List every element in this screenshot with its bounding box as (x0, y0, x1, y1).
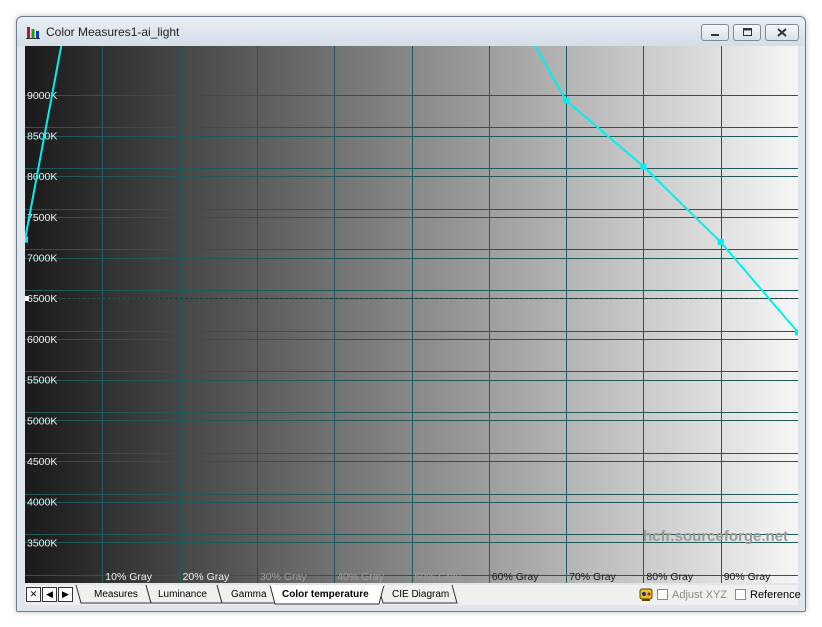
tab-measures[interactable]: Measures (94, 589, 138, 600)
y-tick-label: 6000K (27, 334, 57, 346)
color-temperature-chart[interactable]: 9000K 8500K 8000K 7500K 7000K 6500K 6000K 5500K… (25, 46, 798, 583)
adjust-xyz-label: Adjust XYZ (672, 589, 728, 601)
x-tick-label: 30% Gray (260, 571, 307, 583)
tab-gamma[interactable]: Gamma (231, 589, 267, 600)
y-tick-label: 4500K (27, 456, 57, 468)
minimize-icon (711, 34, 719, 36)
close-icon (777, 28, 787, 37)
minimize-button[interactable] (701, 24, 729, 41)
data-point (640, 163, 647, 170)
close-button[interactable] (765, 24, 799, 41)
tab-color-temperature[interactable]: Color temperature (282, 589, 369, 600)
reference-label: Reference (750, 589, 801, 601)
y-tick-label: 8500K (27, 131, 57, 143)
y-tick-label: 4000K (27, 497, 57, 509)
y-tick-label: 8000K (27, 171, 57, 183)
y-tick-label: 5500K (27, 375, 57, 387)
x-tick-labels: 10% Gray 20% Gray 30% Gray 40% Gray 50% Gray… (105, 571, 771, 583)
y-tick-label: 7000K (27, 253, 57, 265)
bar-chart-icon (26, 27, 40, 39)
restore-icon (743, 28, 752, 36)
sensor-icon (639, 588, 653, 601)
tab-cie-diagram[interactable]: CIE Diagram (392, 589, 449, 600)
watermark: hcfr.sourceforge.net (643, 528, 788, 545)
x-tick-label: 70% Gray (569, 571, 616, 583)
x-tick-label: 90% Gray (724, 571, 771, 583)
y-tick-label: 7500K (27, 212, 57, 224)
app-window: Color Measures1-ai_light 9000K 8500K 800… (16, 16, 806, 612)
data-point (717, 239, 724, 246)
data-point (795, 329, 798, 336)
reference-checkbox[interactable] (735, 589, 746, 600)
data-point (25, 236, 28, 243)
title-bar[interactable]: Color Measures1-ai_light (17, 17, 805, 46)
adjust-xyz-checkbox[interactable] (657, 589, 668, 600)
bottom-bar: ✕ ◀ ▶ Measures Luminance Gamma Color tem… (25, 585, 801, 605)
x-tick-label: 40% Gray (337, 571, 384, 583)
y-tick-label: 6500K (27, 293, 57, 305)
y-tick-label: 3500K (27, 537, 57, 549)
x-tick-label: 10% Gray (105, 571, 152, 583)
x-tick-label: 50% Gray (415, 571, 462, 583)
y-tick-label: 5000K (27, 415, 57, 427)
window-title: Color Measures1-ai_light (46, 25, 180, 39)
x-tick-label: 20% Gray (183, 571, 230, 583)
x-tick-label: 80% Gray (646, 571, 693, 583)
restore-button[interactable] (733, 24, 761, 41)
data-point (563, 97, 570, 104)
x-tick-label: 60% Gray (492, 571, 539, 583)
tab-luminance[interactable]: Luminance (158, 589, 207, 600)
chart-canvas[interactable]: 9000K8500K8000K7500K7000K6500K6000K5500K… (25, 46, 798, 583)
